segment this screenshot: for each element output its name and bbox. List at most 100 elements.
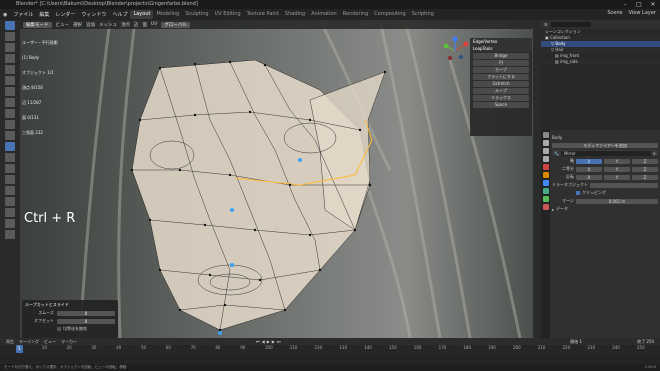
menu-face[interactable]: 面: [143, 22, 148, 28]
scene-tab-icon[interactable]: [542, 164, 549, 170]
rip-tool-icon[interactable]: [5, 230, 15, 239]
menu-select[interactable]: 選択: [73, 22, 82, 28]
clipping-checkbox[interactable]: [576, 191, 580, 195]
mode-selector[interactable]: 編集モード: [23, 21, 52, 28]
data-section-label[interactable]: データ: [556, 206, 568, 212]
merge-field[interactable]: 0.001 m: [576, 198, 658, 204]
flip-y-toggle[interactable]: Y: [604, 174, 630, 180]
view-layer-selector[interactable]: View Layer: [629, 10, 656, 16]
even-checkbox[interactable]: [57, 327, 61, 331]
object-tab-icon[interactable]: [542, 172, 549, 178]
looptools-curve-button[interactable]: カーブ: [473, 67, 529, 73]
looptools-flatten-button[interactable]: フラットにする: [473, 74, 529, 80]
bisect-y-toggle[interactable]: Y: [604, 166, 630, 172]
menu-file[interactable]: ファイル: [10, 11, 36, 18]
workspace-tab-compositing[interactable]: Compositing: [371, 10, 408, 19]
inset-tool-icon[interactable]: [5, 120, 15, 129]
timeline-menu-view[interactable]: ビュー: [44, 339, 56, 345]
render-tab-icon[interactable]: [542, 140, 549, 146]
looptools-circle-button[interactable]: 円: [473, 60, 529, 66]
workspace-tab-rendering[interactable]: Rendering: [340, 10, 372, 19]
looptools-header[interactable]: LoopTools: [470, 45, 532, 52]
outliner-display-mode-icon[interactable]: ☰: [544, 22, 548, 27]
tool-tab-icon[interactable]: [542, 132, 549, 138]
menu-window[interactable]: ウィンドウ: [78, 11, 109, 18]
offset-field[interactable]: 0: [57, 318, 115, 324]
scene-selector[interactable]: Scene: [607, 10, 622, 16]
jump-end-icon[interactable]: ⏭: [277, 339, 281, 344]
workspace-tab-modeling[interactable]: Modeling: [153, 10, 182, 19]
menu-render[interactable]: レンダー: [52, 11, 78, 18]
extrude-tool-icon[interactable]: [5, 109, 15, 118]
frame-end-field[interactable]: 終了 250: [637, 339, 654, 345]
physics-tab-icon[interactable]: [542, 188, 549, 194]
timeline-menu-playback[interactable]: 再生: [6, 339, 14, 345]
transform-tool-icon[interactable]: [5, 76, 15, 85]
workspace-tab-uv-editing[interactable]: UV Editing: [212, 10, 244, 19]
menu-uv[interactable]: UV: [151, 22, 157, 27]
add-modifier-button[interactable]: モディファイアーを追加: [552, 142, 658, 148]
flip-z-toggle[interactable]: Z: [632, 174, 658, 180]
modifier-name-field[interactable]: Mirror: [560, 150, 651, 156]
axis-x-toggle[interactable]: X: [576, 158, 602, 164]
menu-view[interactable]: ビュー: [56, 22, 70, 28]
maximize-button[interactable]: □: [632, 0, 646, 9]
axis-y-toggle[interactable]: Y: [604, 158, 630, 164]
workspace-tab-animation[interactable]: Animation: [308, 10, 340, 19]
poly-build-tool-icon[interactable]: [5, 164, 15, 173]
chevron-right-icon[interactable]: ▸: [552, 207, 554, 212]
view-layer-tab-icon[interactable]: [542, 156, 549, 162]
operator-title[interactable]: ループカットとスライド: [25, 302, 115, 308]
menu-vertex[interactable]: 頂点: [121, 22, 130, 28]
prev-key-icon[interactable]: ◀: [262, 339, 265, 344]
move-tool-icon[interactable]: [5, 43, 15, 52]
rotate-tool-icon[interactable]: [5, 54, 15, 63]
workspace-tab-scripting[interactable]: Scripting: [409, 10, 437, 19]
jump-start-icon[interactable]: ⏮: [256, 339, 260, 344]
3d-viewport[interactable]: 編集モード ビュー 選択 追加 メッシュ 頂点 辺 面 UV グローバル: [20, 20, 533, 338]
workspace-tab-texture-paint[interactable]: Texture Paint: [244, 10, 282, 19]
select-box-tool-icon[interactable]: [5, 21, 15, 30]
mirror-object-field[interactable]: [590, 182, 658, 188]
blender-logo-icon[interactable]: ◉: [0, 12, 10, 18]
flip-x-toggle[interactable]: X: [576, 174, 602, 180]
menu-add[interactable]: 追加: [86, 22, 95, 28]
minimize-button[interactable]: –: [618, 0, 632, 9]
bisect-x-toggle[interactable]: X: [576, 166, 602, 172]
workspace-tab-sculpting[interactable]: Sculpting: [182, 10, 211, 19]
next-key-icon[interactable]: ▶: [272, 339, 275, 344]
frame-ruler[interactable]: 1 0 10 20 30 40 50 60 70 80 90 100 110 120 130 140 150 1…: [0, 345, 660, 355]
axis-z-toggle[interactable]: Z: [632, 158, 658, 164]
frame-start-field[interactable]: 開始 1: [570, 339, 582, 345]
outliner-search-input[interactable]: [550, 22, 591, 27]
workspace-tab-layout[interactable]: Layout: [130, 10, 154, 19]
viewport-n-panel-tabs[interactable]: [533, 20, 541, 338]
timeline-menu-marker[interactable]: マーカー: [61, 339, 77, 345]
modifier-tab-icon[interactable]: [542, 180, 549, 186]
menu-edge[interactable]: 辺: [134, 22, 139, 28]
looptools-gstretch-button[interactable]: Gstretch: [473, 81, 529, 87]
knife-tool-icon[interactable]: [5, 153, 15, 162]
material-tab-icon[interactable]: [542, 204, 549, 210]
shrink-fatten-tool-icon[interactable]: [5, 208, 15, 217]
object-name[interactable]: Body: [552, 135, 562, 140]
edge-vertex-header[interactable]: Edge/Vertex: [470, 38, 532, 45]
looptools-space-button[interactable]: Space: [473, 102, 529, 108]
close-button[interactable]: ✕: [646, 0, 660, 9]
edge-slide-tool-icon[interactable]: [5, 197, 15, 206]
outliner-row-img-side[interactable]: ▨ img_side: [541, 59, 660, 65]
annotate-tool-icon[interactable]: [5, 87, 15, 96]
shear-tool-icon[interactable]: [5, 219, 15, 228]
smooth-field[interactable]: 0: [57, 310, 115, 316]
timeline-menu-keying[interactable]: キーイング: [19, 339, 39, 345]
navigation-gizmo[interactable]: [436, 36, 474, 66]
menu-mesh[interactable]: メッシュ: [99, 22, 117, 28]
output-tab-icon[interactable]: [542, 148, 549, 154]
transform-orientation-selector[interactable]: グローバル: [161, 21, 190, 28]
cursor-tool-icon[interactable]: [5, 32, 15, 41]
looptools-relax-button[interactable]: リラックス: [473, 95, 529, 101]
spin-tool-icon[interactable]: [5, 175, 15, 184]
looptools-bridge-button[interactable]: Bridge: [473, 53, 529, 59]
play-icon[interactable]: ▶: [267, 339, 270, 344]
data-tab-icon[interactable]: [542, 196, 549, 202]
